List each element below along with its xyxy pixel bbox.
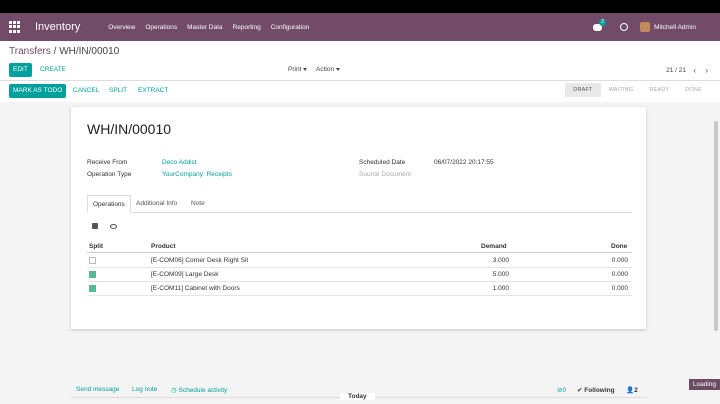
- pager-next-icon[interactable]: ›: [705, 66, 708, 75]
- form-sheet: WH/IN/00010 Receive From Deco Addict Ope…: [71, 107, 646, 329]
- status-bar-stages: DRAFT WAITING READY DONE: [565, 83, 710, 97]
- scheduled-date-value[interactable]: 06/07/2022 20:17:55: [434, 159, 494, 166]
- cancel-button[interactable]: CANCEL: [69, 84, 103, 98]
- followers-count: 2: [634, 387, 638, 394]
- table-header: Split Product Demand Done: [87, 241, 632, 253]
- tab-operations[interactable]: Operations: [87, 195, 131, 213]
- receive-from-label: Receive From: [87, 159, 128, 166]
- stage-done: DONE: [685, 87, 702, 93]
- mark-as-todo-button[interactable]: MARK AS TODO: [9, 84, 67, 98]
- loading-indicator: Loading: [688, 379, 720, 390]
- stage-draft: DRAFT: [565, 83, 601, 97]
- create-button[interactable]: CREATE: [36, 63, 70, 77]
- today-label: Today: [340, 393, 375, 400]
- done-cell[interactable]: 0.000: [587, 271, 628, 278]
- print-dropdown[interactable]: Print: [288, 66, 308, 73]
- send-message-button[interactable]: Send message: [76, 386, 119, 393]
- pager-previous-icon[interactable]: ‹: [693, 66, 696, 75]
- stage-ready: READY: [649, 87, 670, 93]
- breadcrumb: Transfers / WH/IN/00010: [9, 46, 119, 57]
- split-button[interactable]: SPLIT: [105, 84, 131, 98]
- operation-type-value[interactable]: YourCompany: Receipts: [162, 171, 232, 178]
- eye-icon[interactable]: [110, 224, 117, 229]
- app-name[interactable]: Inventory: [35, 21, 80, 33]
- attachments-button[interactable]: ⊘0: [557, 386, 566, 394]
- user-avatar[interactable]: [640, 22, 651, 32]
- menu-master-data[interactable]: Master Data: [187, 24, 222, 31]
- edit-button[interactable]: EDIT: [9, 63, 32, 77]
- receive-from-value[interactable]: Deco Addict: [162, 159, 197, 166]
- following-label: Following: [584, 387, 615, 394]
- chevron-down-icon: [336, 67, 341, 71]
- done-cell[interactable]: 0.000: [587, 257, 628, 264]
- product-cell[interactable]: [E-COM06] Corner Desk Right Sit: [151, 257, 248, 264]
- activity-clock-icon[interactable]: [620, 23, 629, 31]
- main-content: Transfers / WH/IN/00010 EDIT CREATE Prin…: [0, 41, 720, 404]
- row-checkbox[interactable]: [89, 257, 96, 264]
- attachments-count: 0: [562, 387, 567, 394]
- log-note-button[interactable]: Log note: [132, 386, 157, 393]
- row-checkbox[interactable]: [89, 271, 96, 278]
- form-view: WH/IN/00010 Receive From Deco Addict Ope…: [0, 102, 720, 404]
- demand-cell[interactable]: 1.000: [467, 285, 509, 292]
- header-product[interactable]: Product: [151, 243, 176, 250]
- header-demand[interactable]: Demand: [481, 243, 507, 250]
- page-scrollbar[interactable]: [714, 121, 718, 331]
- control-panel-divider: [0, 80, 720, 81]
- menu-overview[interactable]: Overview: [108, 24, 135, 31]
- navbar-systray: 2 Mitchell Admin: [593, 13, 720, 41]
- user-menu[interactable]: Mitchell Admin: [654, 24, 696, 31]
- scheduled-date-label: Scheduled Date: [359, 159, 406, 166]
- demand-cell[interactable]: 3.000: [467, 257, 509, 264]
- breadcrumb-transfers[interactable]: Transfers: [9, 46, 51, 57]
- product-cell[interactable]: [E-COM09] Large Desk: [151, 271, 219, 278]
- chevron-down-icon: [303, 67, 308, 71]
- table-row[interactable]: [E-COM06] Corner Desk Right Sit 3.000 0.…: [87, 254, 632, 268]
- product-cell[interactable]: [E-COM11] Cabinet with Doors: [151, 285, 240, 292]
- pager-value[interactable]: 21 / 21: [666, 67, 686, 74]
- table-row[interactable]: [E-COM09] Large Desk 5.000 0.000: [87, 268, 632, 282]
- row-checkbox[interactable]: [89, 285, 96, 292]
- user-icon: 👤: [626, 387, 635, 394]
- notebook-tabs: Operations Additional Info Note: [87, 195, 632, 213]
- messaging-icon[interactable]: 2: [593, 18, 606, 31]
- demand-cell[interactable]: 5.000: [467, 271, 509, 278]
- tab-note[interactable]: Note: [186, 195, 210, 213]
- messaging-badge: 2: [599, 18, 606, 26]
- print-label: Print: [288, 66, 302, 73]
- apps-menu-icon[interactable]: [9, 21, 21, 33]
- header-done[interactable]: Done: [611, 243, 627, 250]
- extract-button[interactable]: EXTRACT: [134, 84, 172, 98]
- main-menu: Overview Operations Master Data Reportin…: [108, 24, 319, 31]
- screen-top-border: [0, 0, 720, 13]
- operation-type-label: Operation Type: [87, 171, 132, 178]
- done-cell[interactable]: 0.000: [587, 285, 628, 292]
- tab-additional-info[interactable]: Additional Info: [131, 195, 182, 213]
- following-button[interactable]: ✔ Following: [577, 386, 615, 394]
- record-title: WH/IN/00010: [87, 121, 172, 137]
- checkbox-icon[interactable]: [92, 223, 98, 229]
- table-row[interactable]: [E-COM11] Cabinet with Doors 1.000 0.000: [87, 282, 632, 296]
- schedule-activity-label: Schedule activity: [178, 387, 228, 394]
- top-navbar: Inventory Overview Operations Master Dat…: [0, 13, 720, 41]
- menu-operations[interactable]: Operations: [145, 24, 177, 31]
- schedule-activity-button[interactable]: ◷ Schedule activity: [171, 386, 227, 394]
- action-label: Action: [316, 66, 335, 73]
- source-document-label: Source Document: [359, 171, 412, 178]
- menu-configuration[interactable]: Configuration: [271, 24, 310, 31]
- breadcrumb-current: WH/IN/00010: [59, 46, 120, 57]
- stage-waiting: WAITING: [608, 87, 634, 93]
- menu-reporting[interactable]: Reporting: [233, 24, 261, 31]
- action-dropdown[interactable]: Action: [316, 66, 341, 73]
- header-split[interactable]: Split: [89, 243, 103, 250]
- breadcrumb-separator: /: [53, 46, 57, 57]
- followers-button[interactable]: 👤2: [626, 386, 638, 394]
